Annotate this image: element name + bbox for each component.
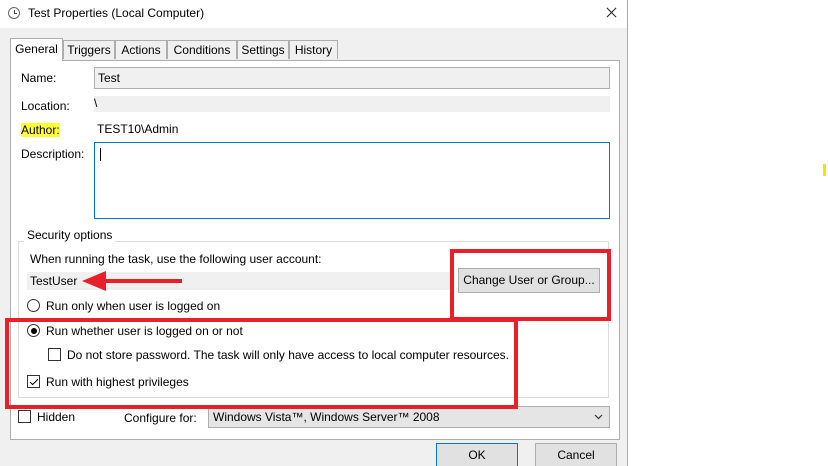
chevron-down-icon bbox=[594, 414, 603, 420]
tab-conditions[interactable]: Conditions bbox=[167, 40, 237, 59]
highlight-mark bbox=[823, 164, 826, 176]
run-whether-label: Run whether user is logged on or not bbox=[46, 324, 243, 338]
location-value: \ bbox=[94, 96, 610, 112]
run-logged-on-label: Run only when user is logged on bbox=[46, 299, 221, 313]
window-title: Test Properties (Local Computer) bbox=[28, 6, 205, 20]
author-label: Author: bbox=[21, 123, 60, 137]
location-label: Location: bbox=[21, 99, 70, 113]
tab-triggers[interactable]: Triggers bbox=[63, 40, 115, 59]
change-user-button[interactable]: Change User or Group... bbox=[458, 268, 600, 293]
name-label: Name: bbox=[21, 71, 57, 85]
description-label: Description: bbox=[21, 147, 85, 161]
highest-privileges-checkbox[interactable] bbox=[27, 375, 40, 388]
author-value: TEST10\Admin bbox=[97, 122, 179, 136]
hidden-checkbox[interactable] bbox=[18, 410, 31, 423]
close-icon[interactable] bbox=[598, 2, 624, 24]
ok-button[interactable]: OK bbox=[436, 443, 518, 466]
account-prompt: When running the task, use the following… bbox=[30, 252, 322, 266]
title-bar: Test Properties (Local Computer) bbox=[0, 0, 627, 28]
configure-for-value: Windows Vista™, Windows Server™ 2008 bbox=[213, 410, 440, 424]
highest-privileges-label: Run with highest privileges bbox=[46, 375, 189, 389]
tab-actions[interactable]: Actions bbox=[115, 40, 167, 59]
name-field[interactable]: Test bbox=[94, 67, 610, 89]
run-whether-radio[interactable] bbox=[27, 324, 40, 337]
hidden-label: Hidden bbox=[37, 410, 76, 424]
no-store-password-label: Do not store password. The task will onl… bbox=[67, 348, 509, 362]
cancel-button[interactable]: Cancel bbox=[535, 443, 617, 466]
tab-general[interactable]: General bbox=[10, 38, 63, 61]
tab-settings[interactable]: Settings bbox=[237, 40, 289, 59]
text-cursor bbox=[100, 148, 101, 161]
run-logged-on-radio[interactable] bbox=[27, 299, 40, 312]
task-properties-dialog: Test Properties (Local Computer) General… bbox=[0, 0, 628, 466]
configure-for-label: Configure for: bbox=[124, 411, 197, 425]
tab-history[interactable]: History bbox=[289, 40, 338, 59]
no-store-password-checkbox[interactable] bbox=[48, 348, 61, 361]
clock-icon bbox=[8, 7, 20, 19]
description-field[interactable] bbox=[94, 142, 610, 219]
annotation-arrow-icon bbox=[82, 271, 182, 291]
security-options-title: Security options bbox=[24, 228, 116, 242]
configure-for-select[interactable]: Windows Vista™, Windows Server™ 2008 bbox=[208, 406, 610, 428]
